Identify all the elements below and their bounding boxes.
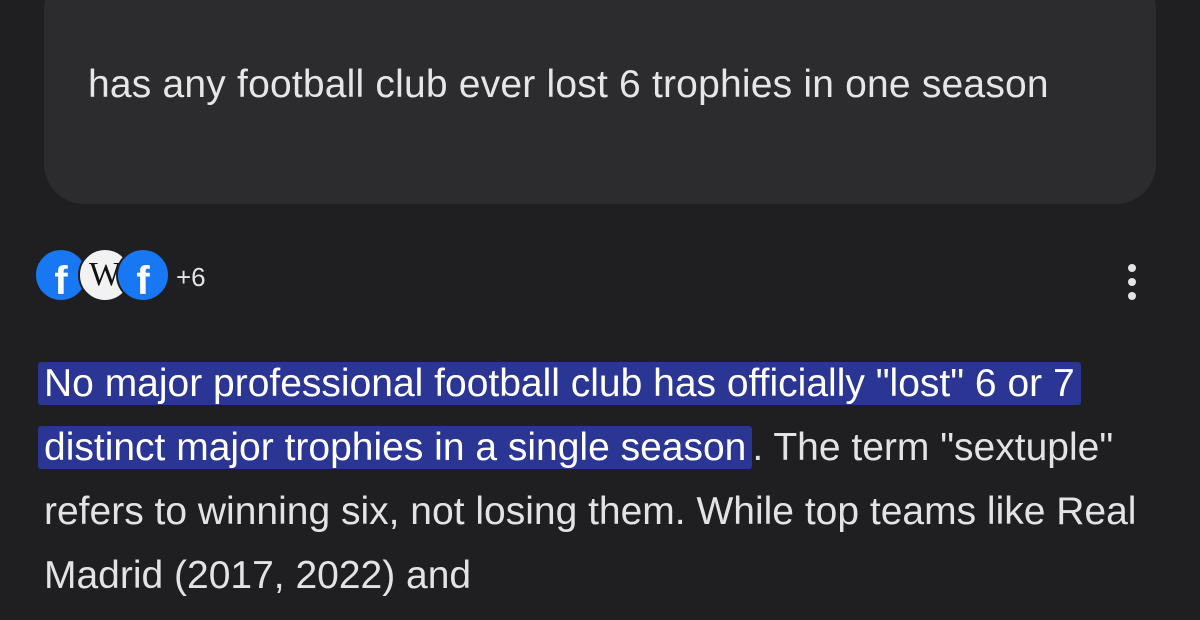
more-options-icon[interactable] <box>1116 262 1148 302</box>
facebook-glyph: f <box>136 259 150 303</box>
more-sources-count[interactable]: +6 <box>176 262 206 293</box>
menu-dot <box>1128 292 1136 300</box>
user-query-bubble: has any football club ever lost 6 trophi… <box>44 0 1156 204</box>
menu-dot <box>1128 264 1136 272</box>
ai-answer-text: No major professional football club has … <box>38 352 1174 608</box>
user-query-text: has any football club ever lost 6 trophi… <box>88 63 1049 106</box>
facebook-icon[interactable]: f <box>116 248 170 302</box>
facebook-glyph: f <box>54 259 68 303</box>
menu-dot <box>1128 278 1136 286</box>
